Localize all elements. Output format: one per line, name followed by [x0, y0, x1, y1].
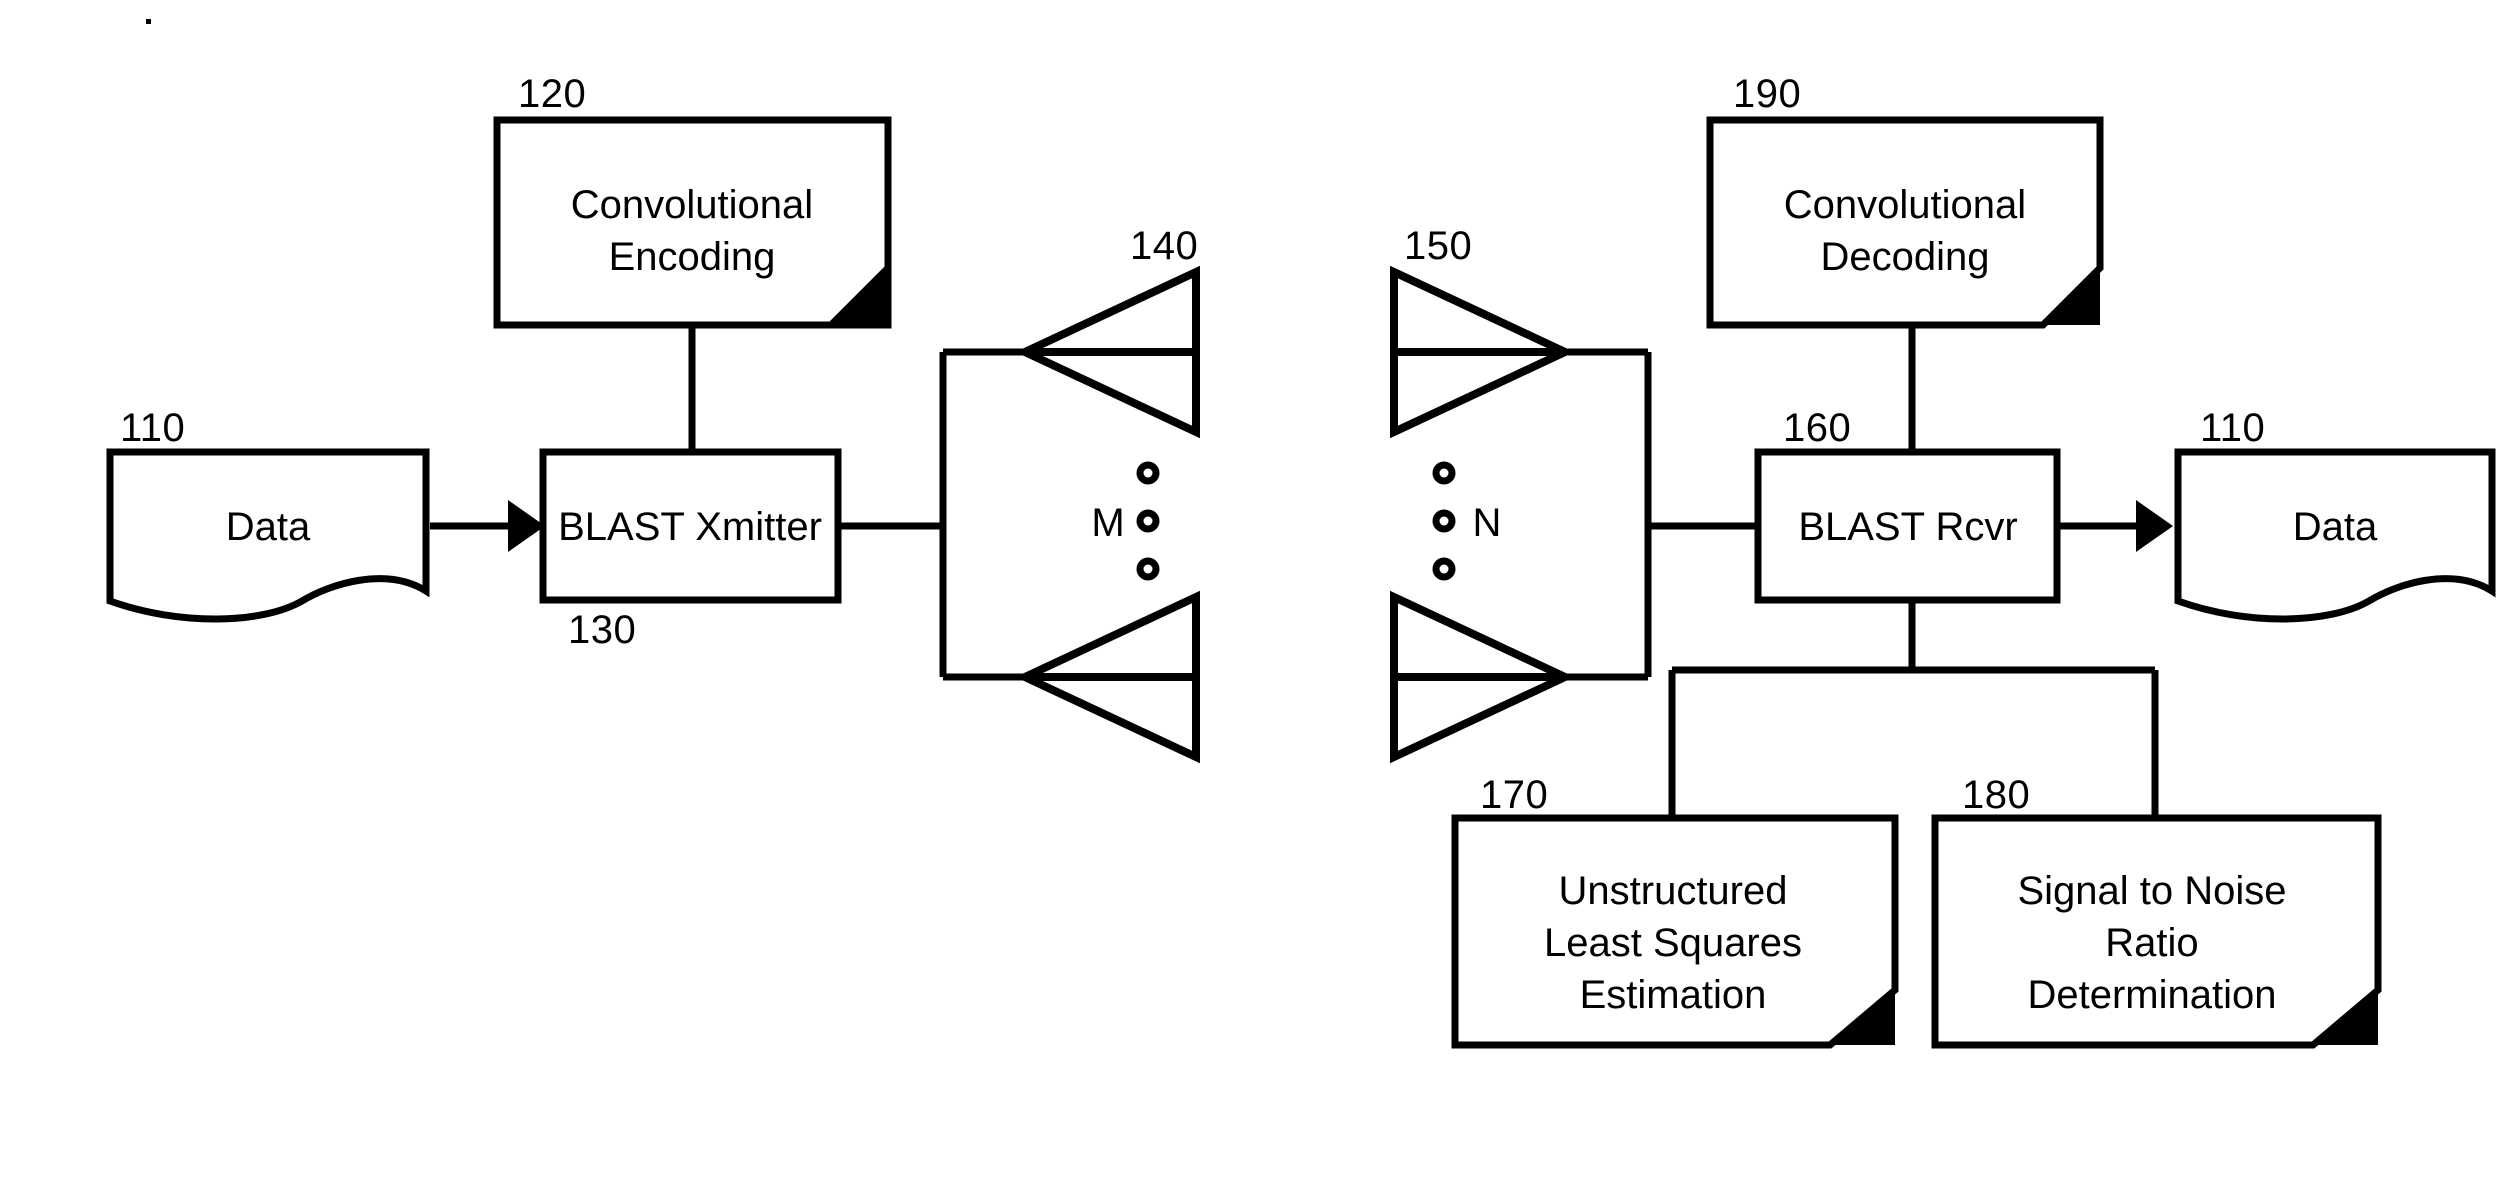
label-receive-antenna-count: N — [1473, 501, 1502, 545]
ref-numeral-180: 180 — [1962, 773, 2030, 817]
ref-numeral-120: 120 — [518, 72, 586, 116]
ref-numeral-160: 160 — [1783, 406, 1851, 450]
label-blast-xmitter: BLAST Xmitter — [558, 505, 822, 549]
receive-antenna-lower — [1390, 590, 1575, 764]
ref-numeral-190: 190 — [1733, 72, 1801, 116]
transmit-antenna-upper — [1015, 265, 1200, 439]
label-data-in: Data — [226, 505, 311, 549]
ref-numeral-110-out: 110 — [2200, 406, 2265, 450]
ref-numeral-130: 130 — [568, 608, 636, 652]
label-least-squares-line3: Estimation — [1580, 973, 1767, 1017]
ref-numeral-110-in: 110 — [120, 406, 185, 450]
label-transmit-antenna-count: M — [1091, 501, 1124, 545]
receive-antenna-ellipsis-dots — [1432, 461, 1456, 581]
label-data-out: Data — [2293, 505, 2378, 549]
label-least-squares-line1: Unstructured — [1559, 869, 1788, 913]
label-snr-line2: Ratio — [2105, 921, 2198, 965]
label-convolutional-decoding-line1: Convolutional — [1784, 183, 2026, 227]
transmit-antenna-ellipsis-dots — [1136, 461, 1160, 581]
ref-numeral-140: 140 — [1130, 224, 1198, 268]
ref-numeral-170: 170 — [1480, 773, 1548, 817]
label-convolutional-encoding-line2: Encoding — [609, 235, 776, 279]
scan-speck — [146, 19, 151, 24]
ref-numeral-150: 150 — [1404, 224, 1472, 268]
receive-antenna-upper — [1390, 265, 1575, 439]
label-snr-line3: Determination — [2027, 973, 2276, 1017]
label-convolutional-encoding-line1: Convolutional — [571, 183, 813, 227]
patent-figure-canvas: 120 110 130 140 150 190 160 110 170 180 … — [0, 0, 2505, 1194]
transmit-antenna-lower — [1015, 590, 1200, 764]
label-convolutional-decoding-line2: Decoding — [1820, 235, 1989, 279]
block-diagram-svg: 120 110 130 140 150 190 160 110 170 180 … — [106, 19, 2496, 1049]
arrow-head-data-to-xmitter — [508, 500, 545, 552]
label-snr-line1: Signal to Noise — [2017, 869, 2286, 913]
label-least-squares-line2: Least Squares — [1544, 921, 1802, 965]
label-blast-rcvr: BLAST Rcvr — [1798, 505, 2017, 549]
arrow-head-rcvr-to-data-out — [2136, 500, 2173, 552]
